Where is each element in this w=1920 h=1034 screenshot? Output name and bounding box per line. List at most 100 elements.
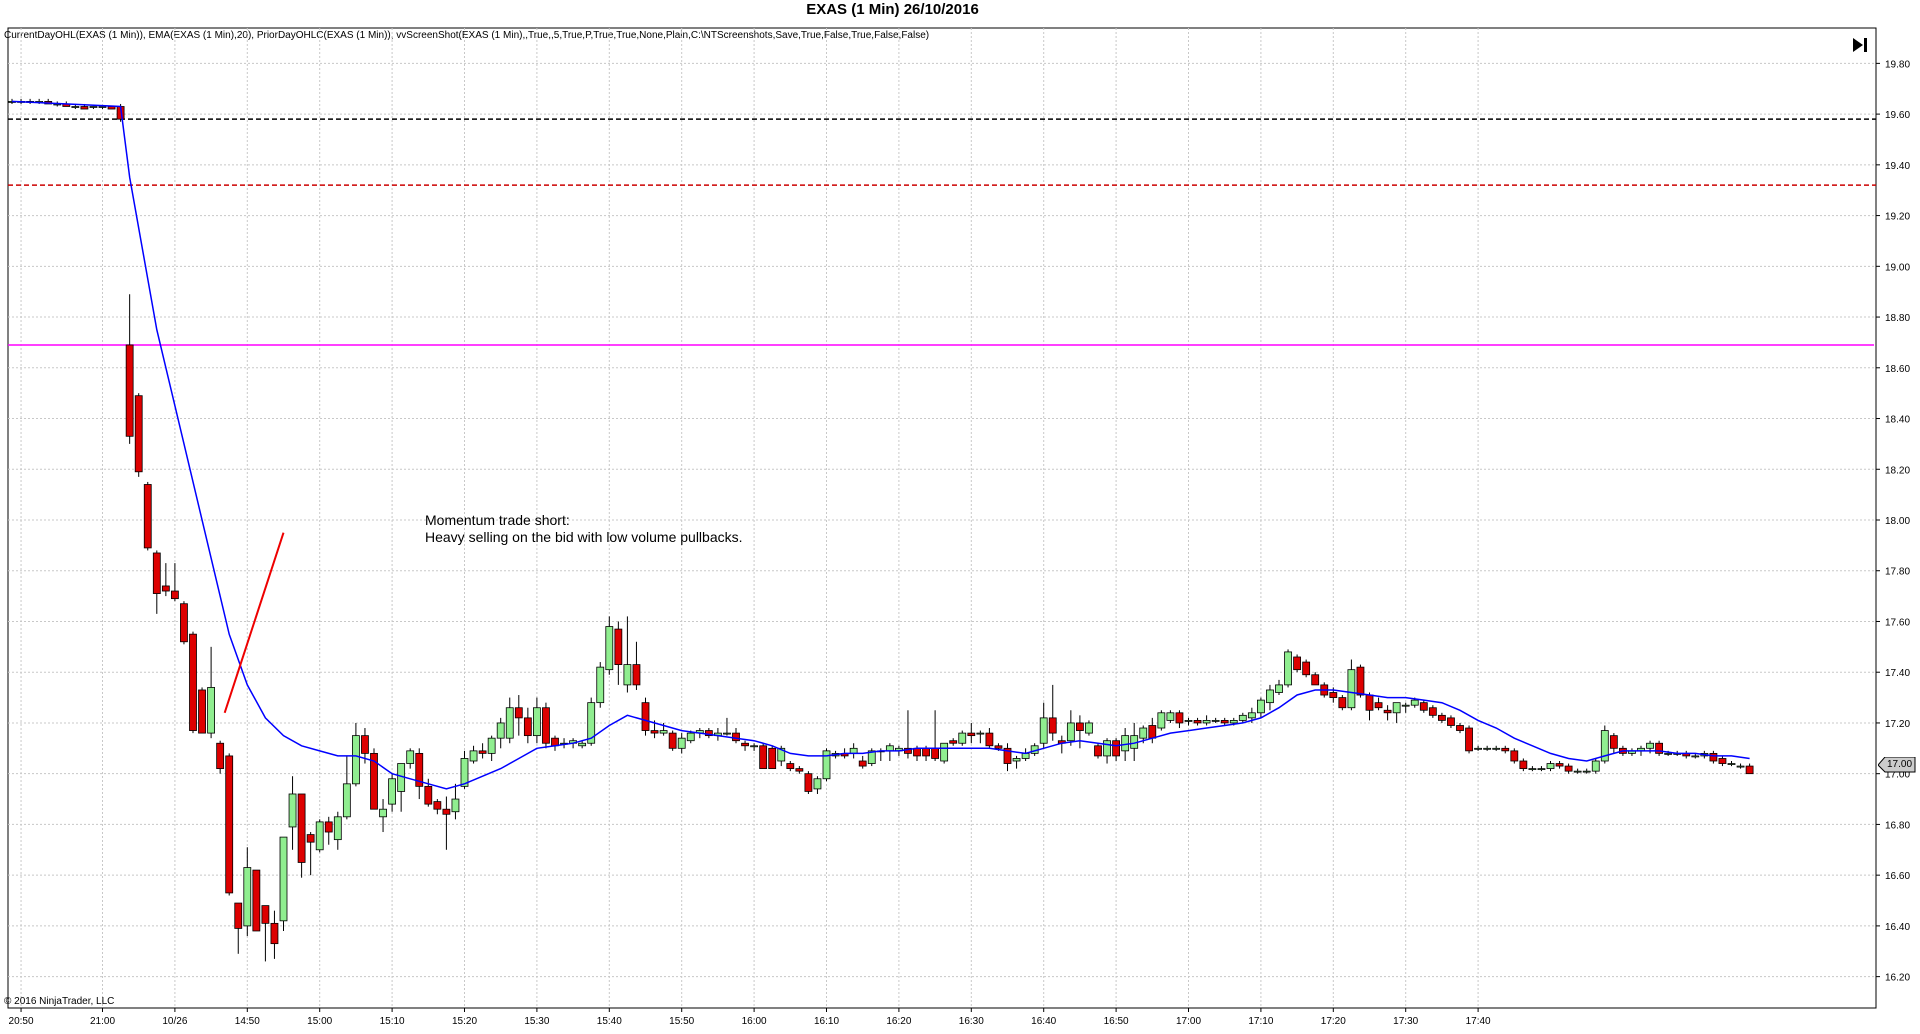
candle-body xyxy=(1012,758,1021,762)
candle-body xyxy=(1048,717,1057,734)
candle-body xyxy=(134,395,143,473)
candle-body xyxy=(297,793,306,863)
y-tick-label: 18.40 xyxy=(1885,415,1910,426)
candle-body xyxy=(1519,760,1528,770)
annotation-layer xyxy=(223,532,285,714)
x-tick-label: 16:20 xyxy=(886,1016,911,1027)
y-tick-label: 16.20 xyxy=(1885,973,1910,984)
candle-body xyxy=(1085,722,1093,734)
candle-body xyxy=(750,745,758,748)
candle-body xyxy=(279,836,288,922)
candle-body xyxy=(324,821,333,833)
grid-layer xyxy=(7,27,1877,1009)
candle-body xyxy=(198,689,206,734)
x-tick-label: 16:40 xyxy=(1031,1016,1056,1027)
y-tick-label: 18.80 xyxy=(1885,313,1910,324)
candle-body xyxy=(1329,692,1338,698)
candle-body xyxy=(659,730,668,734)
candle-body xyxy=(1229,720,1238,724)
skip-to-end-icon xyxy=(1853,38,1867,52)
candle-body xyxy=(1166,712,1175,721)
candle-body xyxy=(542,707,550,744)
candle-body xyxy=(1374,702,1383,709)
candle-body xyxy=(505,707,514,739)
candle-body xyxy=(451,798,460,813)
candle-body xyxy=(614,628,623,666)
candle-body xyxy=(922,747,930,757)
candle-body xyxy=(1247,712,1256,719)
candle-body xyxy=(270,922,279,945)
candle-body xyxy=(342,783,351,818)
candle-body xyxy=(433,801,442,810)
candle-body xyxy=(89,106,98,108)
candle-body xyxy=(551,737,559,747)
candle-body xyxy=(1039,717,1048,744)
annotation-line-1: Momentum trade short: xyxy=(425,512,570,528)
candle-body xyxy=(1103,740,1111,757)
x-tick-label: 15:50 xyxy=(669,1016,694,1027)
candle-body xyxy=(1338,697,1347,709)
x-tick-label: 16:50 xyxy=(1104,1016,1129,1027)
candle-body xyxy=(234,902,243,929)
candle-body xyxy=(1266,689,1274,704)
y-tick-label: 19.00 xyxy=(1885,262,1910,273)
candle-body xyxy=(1365,694,1374,711)
candle-body xyxy=(1202,720,1211,724)
candle-body xyxy=(931,747,939,759)
candle-body xyxy=(1465,727,1473,752)
candle-body xyxy=(125,344,134,437)
candle-body xyxy=(1591,760,1600,772)
candle-body xyxy=(424,785,433,805)
candle-body xyxy=(578,742,587,747)
candle-body xyxy=(732,732,740,742)
y-tick-label: 19.60 xyxy=(1885,110,1910,121)
x-tick-label: 21:00 xyxy=(90,1016,115,1027)
candle-body xyxy=(1257,699,1265,714)
candle-body xyxy=(1501,747,1510,752)
candle-body xyxy=(1664,752,1673,755)
candle-body xyxy=(361,735,369,754)
candle-body xyxy=(940,742,949,762)
y-tick-label: 18.60 xyxy=(1885,364,1910,375)
candle-body xyxy=(1076,722,1084,731)
candle-body xyxy=(333,816,342,841)
candle-body xyxy=(207,687,216,734)
candle-body xyxy=(1275,684,1283,693)
candle-body xyxy=(1347,669,1356,709)
annotation-text: Momentum trade short: Heavy selling on t… xyxy=(425,512,743,546)
candle-body xyxy=(1736,765,1745,768)
candle-body xyxy=(668,732,677,749)
candle-body xyxy=(849,747,858,754)
candle-body xyxy=(677,737,686,749)
candle-body xyxy=(632,664,641,686)
candle-body xyxy=(994,745,1003,749)
candle-body xyxy=(768,747,777,770)
candle-body xyxy=(1718,758,1727,764)
candle-body xyxy=(288,793,297,828)
skip-to-end-button[interactable] xyxy=(1848,34,1872,56)
candle-body xyxy=(1383,709,1392,714)
y-tick-label: 17.40 xyxy=(1885,668,1910,679)
candle-body xyxy=(161,585,170,592)
x-tick-label: 15:20 xyxy=(452,1016,477,1027)
y-tick-label: 19.20 xyxy=(1885,212,1910,223)
candle-body xyxy=(1238,714,1247,721)
candle-body xyxy=(1646,742,1654,749)
candle-body xyxy=(1709,752,1718,762)
ema-line xyxy=(11,100,1750,790)
candle-body xyxy=(949,740,958,744)
candle-body xyxy=(1410,699,1419,706)
candle-body xyxy=(1492,747,1501,750)
candle-body xyxy=(1474,747,1482,750)
candle-body xyxy=(442,808,451,815)
candle-body xyxy=(1175,712,1184,724)
x-tick-label: 15:30 xyxy=(524,1016,549,1027)
candle-body xyxy=(1447,717,1455,726)
y-tick-label: 16.60 xyxy=(1885,871,1910,882)
candle-body xyxy=(1456,725,1464,731)
candle-body xyxy=(741,742,749,747)
candle-body xyxy=(315,821,324,851)
candle-body xyxy=(261,905,270,924)
candle-body xyxy=(1139,727,1148,739)
candle-body xyxy=(885,745,894,752)
